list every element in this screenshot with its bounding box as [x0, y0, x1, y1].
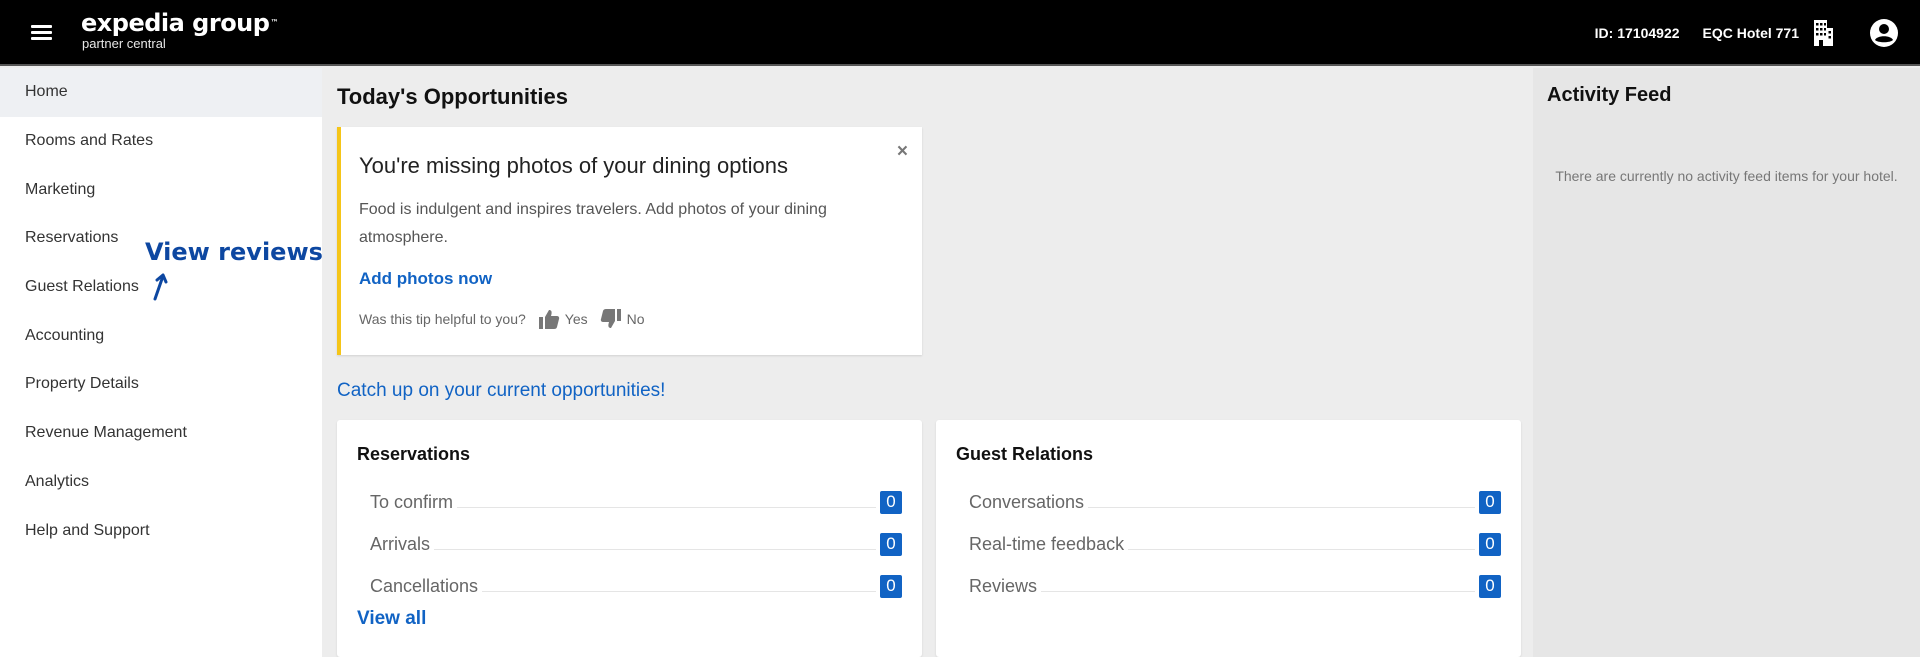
count-badge: 0	[1479, 490, 1501, 514]
reservation-row-arrivals[interactable]: Arrivals 0	[370, 523, 902, 565]
view-reviews-annotation: View reviews	[145, 238, 323, 266]
main-content: Today's Opportunities You're missing pho…	[322, 68, 1533, 657]
row-leader-line	[1088, 506, 1475, 508]
row-label: To confirm	[370, 491, 454, 512]
sidebar-item-property-details[interactable]: Property Details	[0, 360, 322, 409]
feedback-yes-label: Yes	[564, 311, 588, 327]
activity-feed-title: Activity Feed	[1547, 84, 1672, 106]
sidebar-item-accounting[interactable]: Accounting	[0, 311, 322, 360]
guest-row-conversations[interactable]: Conversations 0	[969, 481, 1501, 523]
sidebar-item-revenue-management[interactable]: Revenue Management	[0, 409, 322, 458]
top-bar: expedia group™ partner central ID: 17104…	[0, 0, 1920, 66]
brand-logo[interactable]: expedia group™ partner central	[81, 9, 278, 50]
row-leader-line	[457, 506, 876, 508]
page-title: Today's Opportunities	[337, 84, 568, 109]
guest-relations-card: Guest Relations Conversations 0 Real-tim…	[936, 420, 1521, 657]
building-icon[interactable]	[1811, 19, 1835, 47]
row-label: Real-time feedback	[969, 533, 1125, 554]
reservations-card-title: Reservations	[357, 444, 471, 464]
sidebar-nav: Home Rooms and Rates Marketing Reservati…	[0, 68, 322, 657]
reservation-row-to-confirm[interactable]: To confirm 0	[370, 481, 902, 523]
brand-subtitle: partner central	[82, 36, 166, 51]
hamburger-icon[interactable]	[31, 25, 52, 41]
sidebar-item-analytics[interactable]: Analytics	[0, 458, 322, 507]
tip-feedback: Was this tip helpful to you? Yes No	[359, 308, 645, 330]
reservations-card: Reservations To confirm 0 Arrivals 0 Can…	[337, 420, 922, 657]
activity-feed-panel: Activity Feed There are currently no act…	[1533, 68, 1920, 657]
guest-row-real-time-feedback[interactable]: Real-time feedback 0	[969, 523, 1501, 565]
row-leader-line	[1128, 548, 1475, 550]
count-badge: 0	[880, 574, 902, 598]
brand-name: expedia group	[81, 9, 270, 37]
row-label: Reviews	[969, 575, 1038, 596]
row-leader-line	[434, 548, 876, 550]
thumbs-up-icon	[538, 310, 559, 329]
row-label: Conversations	[969, 491, 1085, 512]
add-photos-link[interactable]: Add photos now	[359, 269, 492, 289]
sidebar-item-rooms-and-rates[interactable]: Rooms and Rates	[0, 117, 322, 166]
tip-title: You're missing photos of your dining opt…	[359, 153, 788, 178]
count-badge: 0	[880, 532, 902, 556]
partner-id: ID: 17104922	[1594, 25, 1680, 41]
feedback-no-label: No	[626, 311, 645, 327]
feedback-yes-button[interactable]: Yes	[538, 308, 588, 330]
activity-feed-empty-message: There are currently no activity feed ite…	[1555, 168, 1898, 184]
thumbs-down-icon	[600, 309, 621, 328]
sidebar-item-help-and-support[interactable]: Help and Support	[0, 506, 322, 555]
annotation-arrow-icon	[153, 273, 168, 301]
sidebar-item-marketing[interactable]: Marketing	[0, 165, 322, 214]
catch-up-link[interactable]: Catch up on your current opportunities!	[337, 380, 665, 402]
view-all-reservations-link[interactable]: View all	[357, 608, 426, 630]
feedback-no-button[interactable]: No	[600, 308, 645, 330]
reservation-row-cancellations[interactable]: Cancellations 0	[370, 565, 902, 607]
user-circle-icon[interactable]	[1869, 18, 1899, 48]
brand-trademark: ™	[270, 18, 278, 27]
guest-row-reviews[interactable]: Reviews 0	[969, 565, 1501, 607]
opportunity-tip-card: You're missing photos of your dining opt…	[337, 127, 922, 355]
count-badge: 0	[1479, 574, 1501, 598]
hotel-name[interactable]: EQC Hotel 771	[1703, 25, 1799, 41]
guest-relations-card-title: Guest Relations	[956, 444, 1094, 464]
row-label: Arrivals	[370, 533, 431, 554]
row-leader-line	[1041, 590, 1475, 592]
sidebar-item-home[interactable]: Home	[0, 68, 322, 117]
row-leader-line	[482, 590, 876, 592]
count-badge: 0	[1479, 532, 1501, 556]
close-icon[interactable]: ×	[897, 141, 908, 163]
row-label: Cancellations	[370, 575, 479, 596]
count-badge: 0	[880, 490, 902, 514]
tip-body: Food is indulgent and inspires travelers…	[359, 201, 827, 246]
feedback-question: Was this tip helpful to you?	[359, 311, 526, 327]
